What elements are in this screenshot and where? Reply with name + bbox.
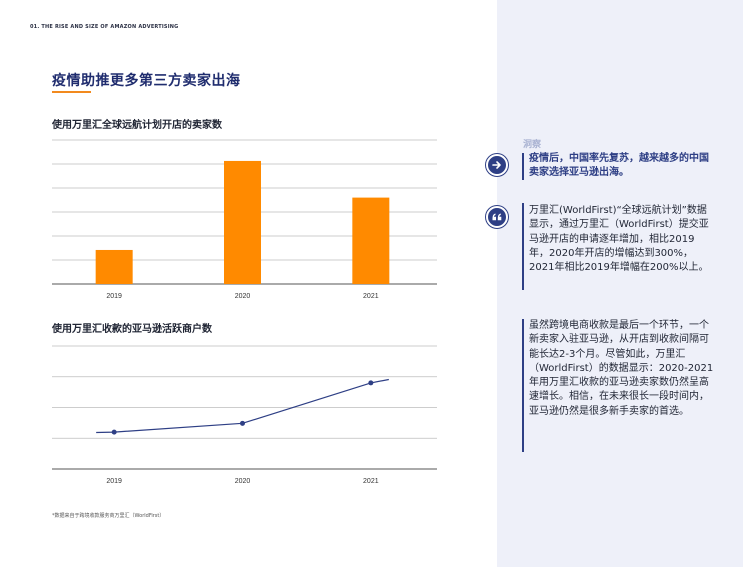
data-point	[368, 380, 374, 386]
body-paragraph-1: 万里汇(WorldFirst)“全球远航计划”数据显示，通过万里汇（WorldF…	[529, 205, 709, 274]
body-paragraph-2: 虽然跨境电商收款是最后一个环节，一个新卖家入驻亚马逊，从开店到收款间隔可能长达2…	[529, 320, 714, 417]
insight-text: 疫情后，中国率先复苏，越来越多的中国卖家选择亚马逊出海。	[529, 153, 709, 178]
x-tick-label: 2019	[106, 478, 122, 485]
arrow-right-icon	[486, 154, 508, 176]
insight-label: 洞察	[523, 140, 542, 150]
insight-panel	[497, 0, 743, 567]
x-tick-label: 2021	[363, 478, 379, 485]
quote-icon	[486, 206, 508, 228]
paragraph-accent-bar	[522, 203, 524, 290]
footnote: *数据来自于跨境收款服务商万里汇（WorldFirst）	[52, 513, 165, 519]
data-point	[111, 429, 117, 435]
insight-accent-bar	[522, 153, 524, 180]
data-point	[240, 420, 245, 426]
x-tick-label: 2020	[235, 478, 251, 485]
paragraph-accent-bar	[522, 319, 524, 452]
